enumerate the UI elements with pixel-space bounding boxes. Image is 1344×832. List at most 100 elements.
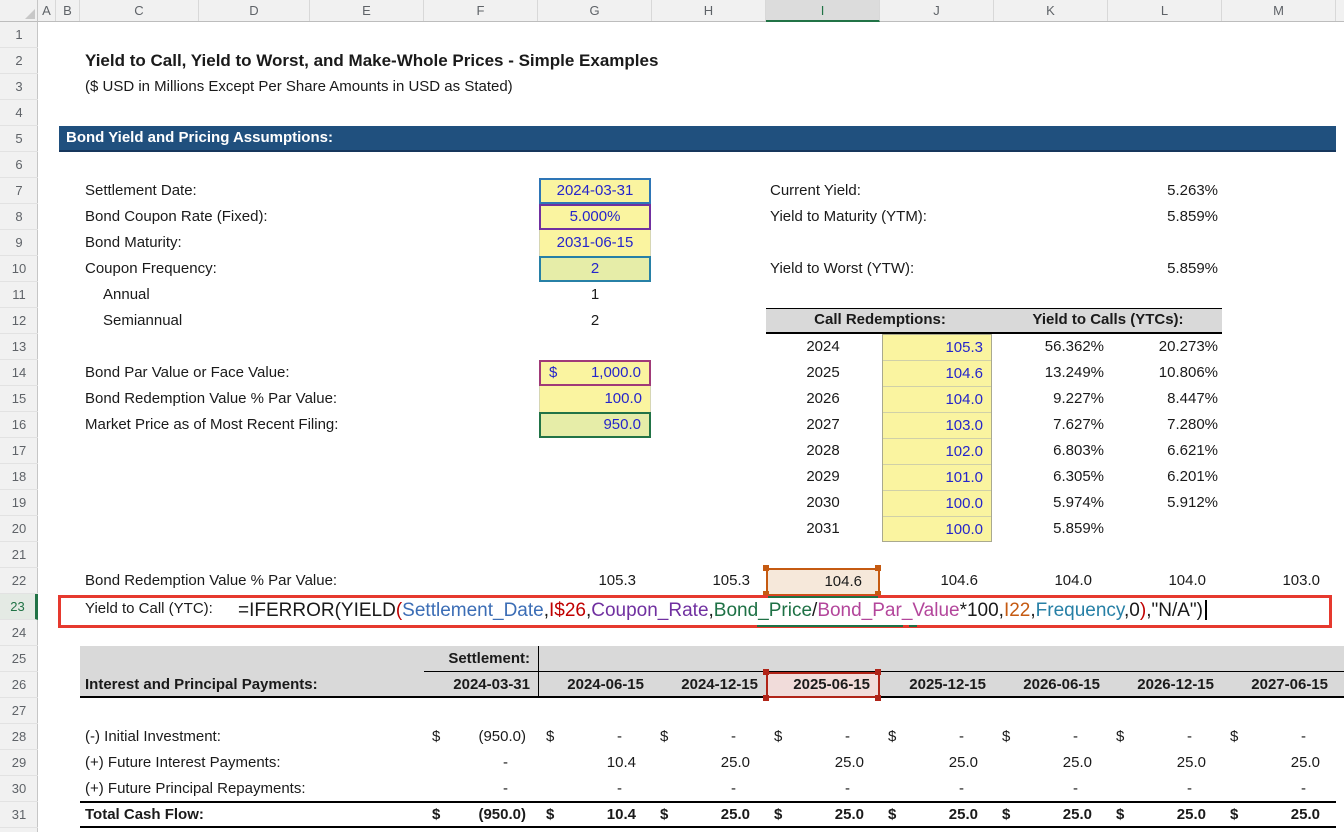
label-annual[interactable]: Annual [103,282,150,308]
column-header-F[interactable]: F [424,0,538,21]
date-cell[interactable]: 2025-12-15 [880,672,994,698]
input-par-value[interactable]: $ 1,000.0 [539,360,651,386]
row-header-6[interactable]: 6 [0,152,38,178]
input-settlement-date[interactable]: 2024-03-31 [539,178,651,204]
redemption-value[interactable]: 105.3 [538,568,652,594]
redemption-input[interactable]: 104.0 [883,387,991,413]
call-redemptions-header[interactable]: Call Redemptions: [766,308,994,334]
total-cell[interactable]: $10.4 [538,802,652,828]
date-cell[interactable]: 2027-06-15 [1222,672,1336,698]
range-handle[interactable] [875,669,881,675]
label-current-yield[interactable]: Current Yield: [770,178,861,204]
payment-cell[interactable]: - [652,776,766,802]
call-year[interactable]: 2028 [766,438,880,464]
ytc-value[interactable]: 5.859% [994,516,1108,542]
label-market-price[interactable]: Market Price as of Most Recent Filing: [85,412,338,438]
total-cell[interactable]: $25.0 [1108,802,1222,828]
total-cell[interactable]: $(950.0) [424,802,538,828]
column-header-D[interactable]: D [199,0,310,21]
ytc-value-2[interactable]: 6.201% [1108,464,1222,490]
column-header-I[interactable]: I [766,0,880,22]
label-maturity[interactable]: Bond Maturity: [85,230,182,256]
redemption-input[interactable]: 105.3 [883,335,991,361]
payment-cell[interactable]: 25.0 [652,750,766,776]
ytc-value[interactable]: 6.803% [994,438,1108,464]
row-header-1[interactable]: 1 [0,22,38,48]
ytc-value[interactable]: 5.974% [994,490,1108,516]
yield-to-calls-header[interactable]: Yield to Calls (YTCs): [994,308,1222,334]
payment-cell[interactable]: $- [766,724,880,750]
redemption-input[interactable]: 104.6 [883,361,991,387]
call-year[interactable]: 2025 [766,360,880,386]
redemption-input[interactable]: 102.0 [883,439,991,465]
payment-cell[interactable]: 25.0 [1222,750,1336,776]
column-header-K[interactable]: K [994,0,1108,21]
row-header-9[interactable]: 9 [0,230,38,256]
payment-cell[interactable]: - [766,776,880,802]
label-future-interest[interactable]: (+) Future Interest Payments: [85,750,281,776]
label-redemption-pct[interactable]: Bond Redemption Value % Par Value: [85,386,337,412]
payment-cell[interactable]: - [424,776,538,802]
call-year[interactable]: 2027 [766,412,880,438]
payment-cell[interactable]: 25.0 [994,750,1108,776]
row-header-8[interactable]: 8 [0,204,38,230]
payment-cell[interactable]: - [538,776,652,802]
value-semiannual[interactable]: 2 [539,308,651,334]
row-header-11[interactable]: 11 [0,282,38,308]
label-initial-investment[interactable]: (-) Initial Investment: [85,724,221,750]
row-header-3[interactable]: 3 [0,74,38,100]
value-current-yield[interactable]: 5.263% [1108,178,1222,204]
date-cell[interactable]: 2024-06-15 [538,672,652,698]
payment-cell[interactable]: 10.4 [538,750,652,776]
payment-cell[interactable]: - [1108,776,1222,802]
ytc-value[interactable]: 9.227% [994,386,1108,412]
row-header-27[interactable]: 27 [0,698,38,724]
row-header-28[interactable]: 28 [0,724,38,750]
total-cell[interactable]: $25.0 [1222,802,1336,828]
payment-cell[interactable]: $- [880,724,994,750]
redemption-input[interactable]: 100.0 [883,517,991,543]
redemption-input[interactable]: 101.0 [883,465,991,491]
input-coupon-rate[interactable]: 5.000% [539,204,651,230]
row-header-16[interactable]: 16 [0,412,38,438]
row-header-15[interactable]: 15 [0,386,38,412]
row-header-23[interactable]: 23 [0,594,38,620]
payment-cell[interactable]: - [880,776,994,802]
row-header-25[interactable]: 25 [0,646,38,672]
payment-cell[interactable]: $- [994,724,1108,750]
row-header-13[interactable]: 13 [0,334,38,360]
call-year[interactable]: 2026 [766,386,880,412]
select-all-corner[interactable] [0,0,38,22]
label-total-cash-flow[interactable]: Total Cash Flow: [85,802,204,828]
redemption-value[interactable]: 104.0 [994,568,1108,594]
range-handle[interactable] [875,565,881,571]
ytc-value-2[interactable]: 10.806% [1108,360,1222,386]
payment-cell[interactable]: - [424,750,538,776]
date-cell[interactable]: 2024-03-31 [424,672,538,698]
payment-cell[interactable]: $- [1222,724,1336,750]
payment-cell[interactable]: 25.0 [766,750,880,776]
total-cell[interactable]: $25.0 [766,802,880,828]
row-header-2[interactable]: 2 [0,48,38,74]
date-cell[interactable]: 2026-06-15 [994,672,1108,698]
range-handle[interactable] [763,695,769,701]
range-handle[interactable] [875,695,881,701]
input-redemption-pct[interactable]: 100.0 [539,386,651,412]
row-header-30[interactable]: 30 [0,776,38,802]
row-header-29[interactable]: 29 [0,750,38,776]
payment-cell[interactable]: $- [652,724,766,750]
payment-cell[interactable]: $- [538,724,652,750]
referenced-cell-i22[interactable]: 104.6 [766,568,880,596]
label-future-principal[interactable]: (+) Future Principal Repayments: [85,776,306,802]
ytc-value-2[interactable] [1108,516,1222,542]
row-header-31[interactable]: 31 [0,802,38,828]
redemption-value[interactable]: 104.6 [880,568,994,594]
ytc-value[interactable]: 13.249% [994,360,1108,386]
label-semiannual[interactable]: Semiannual [103,308,182,334]
row-header-21[interactable]: 21 [0,542,38,568]
row-header-5[interactable]: 5 [0,126,38,152]
label-ytm[interactable]: Yield to Maturity (YTM): [770,204,927,230]
row-header-10[interactable]: 10 [0,256,38,282]
row-header-12[interactable]: 12 [0,308,38,334]
range-handle[interactable] [763,669,769,675]
